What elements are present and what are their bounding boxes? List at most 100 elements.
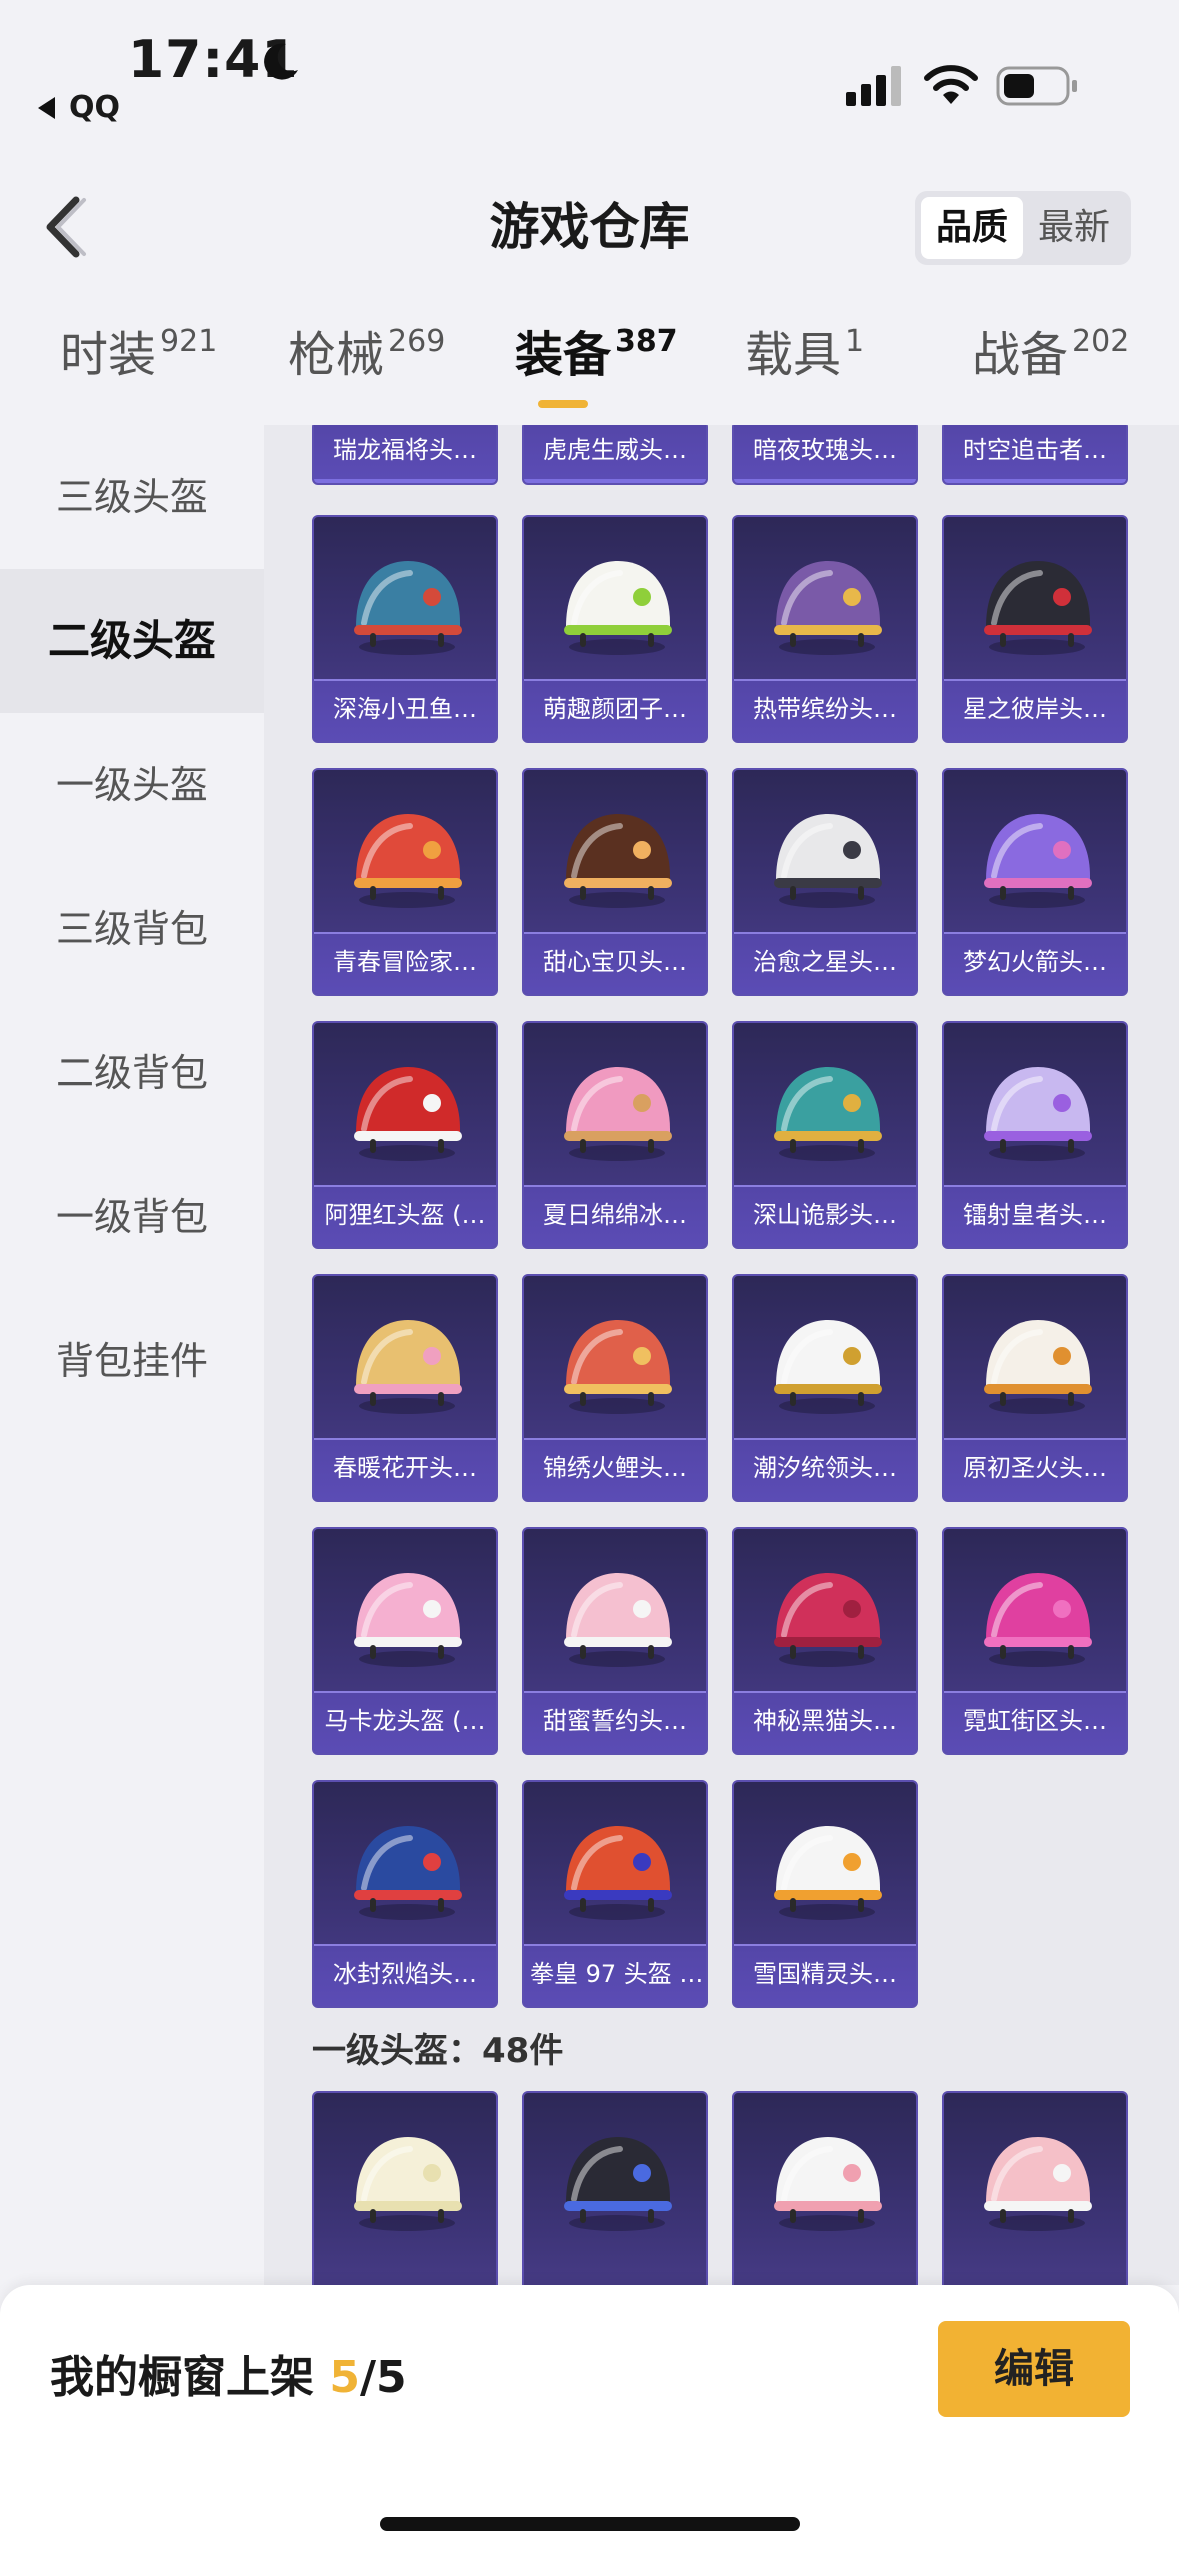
item-name: 甜心宝贝头…	[524, 932, 706, 994]
item-card[interactable]: 夏日绵绵冰…	[522, 1021, 708, 1249]
tab-fashion[interactable]: 时装 921	[60, 315, 217, 385]
showcase-total: /5	[359, 2352, 407, 2403]
item-card[interactable]: 镭射皇者头…	[942, 1021, 1128, 1249]
helmet-icon	[354, 1826, 462, 1920]
item-name: 时空追击者…	[944, 425, 1126, 483]
item-card[interactable]: 原初圣火头…	[942, 1274, 1128, 1502]
edit-button[interactable]: 编辑	[938, 2321, 1130, 2417]
tab-label: 装备	[515, 327, 612, 383]
sort-toggle[interactable]: 品质 最新	[915, 191, 1131, 265]
battery-icon	[996, 66, 1077, 106]
item-name: 虎虎生威头…	[524, 425, 706, 483]
sidebar-item-level3-helmet[interactable]: 三级头盔	[0, 425, 264, 569]
item-card[interactable]: 雪国精灵头…	[732, 1780, 918, 2008]
sidebar-item-level2-helmet[interactable]: 二级头盔	[0, 569, 264, 713]
bottom-bar: 我的橱窗上架 5/5 编辑	[0, 2285, 1179, 2556]
item-name: 拳皇 97 头盔 …	[524, 1944, 706, 2006]
item-card[interactable]: 萌趣颜团子…	[522, 515, 708, 743]
item-card[interactable]: 甜心宝贝头…	[522, 768, 708, 996]
item-name: 原初圣火头…	[944, 1438, 1126, 1500]
item-card[interactable]: 甜蜜誓约头…	[522, 1527, 708, 1755]
helmet-icon	[774, 1826, 882, 1920]
tab-label: 载具	[745, 327, 842, 383]
item-name: 霓虹街区头…	[944, 1691, 1126, 1753]
item-card[interactable]: 拳皇 97 头盔 …	[522, 1780, 708, 2008]
item-card[interactable]	[312, 2091, 498, 2285]
item-card[interactable]: 神秘黑猫头…	[732, 1527, 918, 1755]
back-to-app-link[interactable]: QQ	[38, 90, 120, 125]
item-name: 星之彼岸头…	[944, 679, 1126, 741]
item-card[interactable]: 青春冒险家…	[312, 768, 498, 996]
sidebar-item-backpack-charm[interactable]: 背包挂件	[0, 1289, 264, 1433]
tab-vehicles[interactable]: 载具 1	[745, 315, 864, 385]
item-card[interactable]	[942, 2091, 1128, 2285]
item-card[interactable]: 春暖花开头…	[312, 1274, 498, 1502]
item-card[interactable]: 阿狸红头盔 (…	[312, 1021, 498, 1249]
wifi-icon	[924, 65, 978, 104]
tab-count: 387	[615, 324, 678, 359]
helmet-icon	[564, 814, 672, 908]
item-name: 春暖花开头…	[314, 1438, 496, 1500]
item-card[interactable]: 深海小丑鱼…	[312, 515, 498, 743]
helmet-icon	[564, 1320, 672, 1414]
section-title: 一级头盔：48件	[312, 2031, 564, 2071]
item-name: 萌趣颜团子…	[524, 679, 706, 741]
item-name: 热带缤纷头…	[734, 679, 916, 741]
helmet-icon	[354, 2137, 462, 2231]
item-card[interactable]: 热带缤纷头…	[732, 515, 918, 743]
item-name: 瑞龙福将头…	[314, 425, 496, 483]
helmet-icon	[354, 1573, 462, 1667]
item-card[interactable]: 瑞龙福将头…	[312, 425, 498, 485]
item-card[interactable]	[522, 2091, 708, 2285]
item-card[interactable]: 深山诡影头…	[732, 1021, 918, 1249]
tab-count: 921	[160, 324, 218, 359]
item-card[interactable]: 治愈之星头…	[732, 768, 918, 996]
helmet-icon	[564, 1826, 672, 1920]
helmet-icon	[984, 1067, 1092, 1161]
item-name: 马卡龙头盔 (…	[314, 1691, 496, 1753]
item-name: 夏日绵绵冰…	[524, 1185, 706, 1247]
item-card[interactable]: 暗夜玫瑰头…	[732, 425, 918, 485]
item-card[interactable]	[732, 2091, 918, 2285]
item-card[interactable]: 冰封烈焰头…	[312, 1780, 498, 2008]
helmet-icon	[774, 1573, 882, 1667]
sidebar-item-level1-helmet[interactable]: 一级头盔	[0, 713, 264, 857]
item-card[interactable]: 星之彼岸头…	[942, 515, 1128, 743]
item-name: 青春冒险家…	[314, 932, 496, 994]
item-card[interactable]: 时空追击者…	[942, 425, 1128, 485]
helmet-icon	[354, 561, 462, 655]
tab-supplies[interactable]: 战备 202	[972, 315, 1129, 385]
category-tabs: 时装 921 枪械 269 装备 387 载具 1 战备 202	[0, 315, 1179, 425]
helmet-icon	[564, 1573, 672, 1667]
item-card[interactable]: 潮汐统领头…	[732, 1274, 918, 1502]
tab-equipment[interactable]: 装备 387	[515, 315, 678, 385]
helmet-icon	[564, 561, 672, 655]
helmet-icon	[774, 1320, 882, 1414]
helmet-icon	[354, 814, 462, 908]
tab-count: 1	[845, 324, 865, 359]
sort-quality-button[interactable]: 品质	[921, 197, 1023, 259]
moon-icon	[264, 43, 298, 80]
item-grid-panel: 瑞龙福将头… 虎虎生威头… 暗夜玫瑰头… 时空追击者… 深海小丑鱼… 萌趣颜团子… 热带缤纷…	[264, 425, 1179, 2285]
item-card[interactable]: 梦幻火箭头…	[942, 768, 1128, 996]
helmet-icon	[984, 561, 1092, 655]
showcase-status: 我的橱窗上架 5/5	[50, 2341, 407, 2405]
tab-count: 202	[1072, 324, 1130, 359]
item-name: 深海小丑鱼…	[314, 679, 496, 741]
sidebar-item-level3-backpack[interactable]: 三级背包	[0, 857, 264, 1001]
tab-weapons[interactable]: 枪械 269	[288, 315, 445, 385]
helmet-icon	[564, 1067, 672, 1161]
sidebar-item-level1-backpack[interactable]: 一级背包	[0, 1145, 264, 1289]
sidebar-item-level2-backpack[interactable]: 二级背包	[0, 1001, 264, 1145]
helmet-icon	[774, 814, 882, 908]
item-name: 雪国精灵头…	[734, 1944, 916, 2006]
item-card[interactable]: 虎虎生威头…	[522, 425, 708, 485]
tab-label: 枪械	[288, 327, 385, 383]
item-name: 阿狸红头盔 (…	[314, 1185, 496, 1247]
helmet-icon	[984, 2137, 1092, 2231]
sort-newest-button[interactable]: 最新	[1023, 197, 1125, 259]
item-card[interactable]: 霓虹街区头…	[942, 1527, 1128, 1755]
item-card[interactable]: 马卡龙头盔 (…	[312, 1527, 498, 1755]
helmet-icon	[984, 1320, 1092, 1414]
item-card[interactable]: 锦绣火鲤头…	[522, 1274, 708, 1502]
